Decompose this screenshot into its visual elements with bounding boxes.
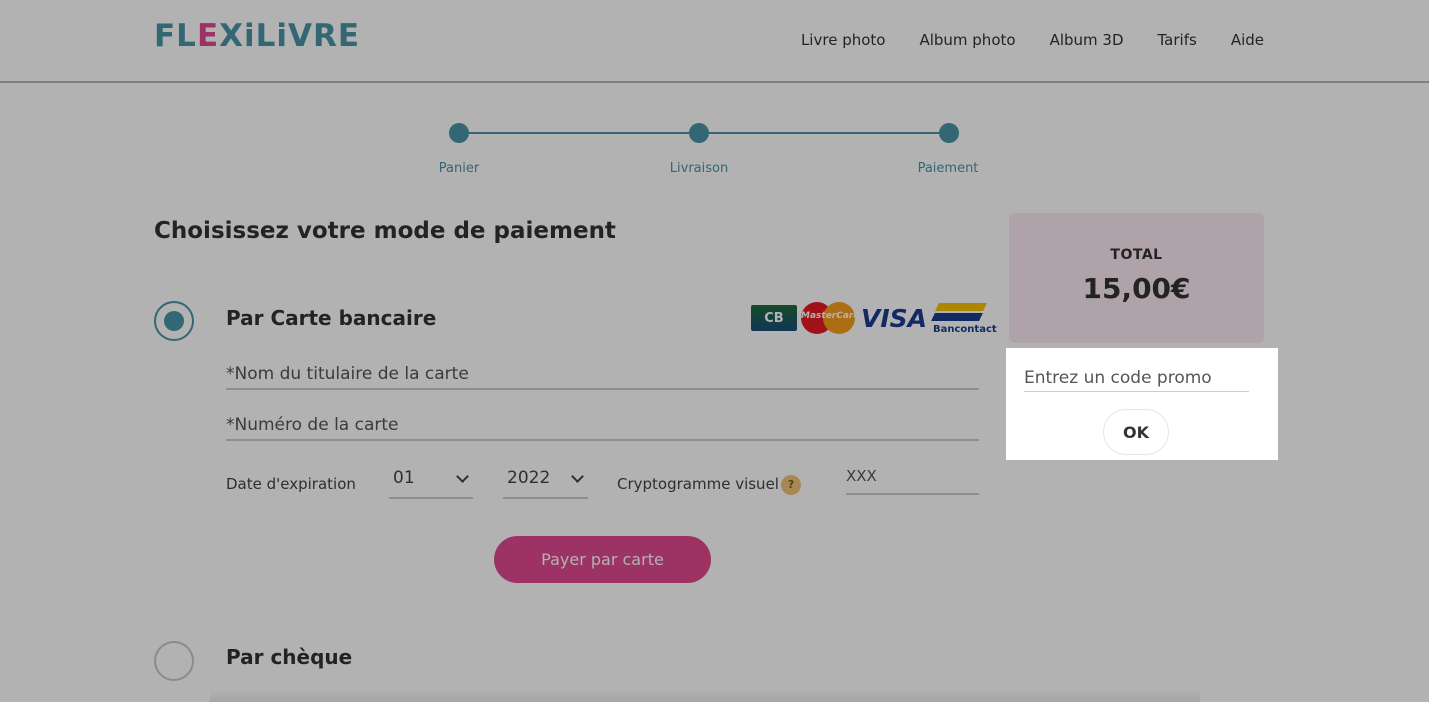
promo-code-panel: OK <box>1006 348 1278 460</box>
promo-code-field <box>1024 368 1249 392</box>
promo-code-input[interactable] <box>1024 368 1249 391</box>
promo-ok-button[interactable]: OK <box>1103 409 1169 455</box>
